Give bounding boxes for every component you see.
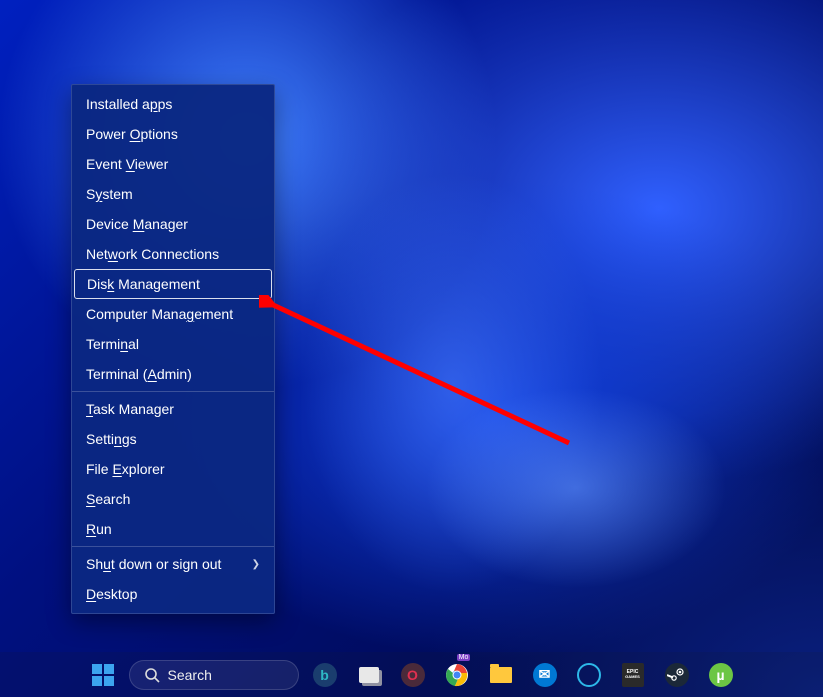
search-placeholder: Search bbox=[168, 667, 212, 683]
cortana-icon[interactable] bbox=[571, 661, 607, 689]
menu-item-label: Computer Management bbox=[86, 306, 233, 322]
file-explorer-icon[interactable] bbox=[483, 661, 519, 689]
menu-item-label: Terminal bbox=[86, 336, 139, 352]
steam-icon[interactable] bbox=[659, 661, 695, 689]
menu-item-power-options[interactable]: Power Options bbox=[72, 119, 274, 149]
search-box[interactable]: Search bbox=[129, 660, 299, 690]
menu-item-computer-management[interactable]: Computer Management bbox=[72, 299, 274, 329]
bing-icon[interactable]: b bbox=[307, 661, 343, 689]
menu-divider bbox=[72, 546, 274, 547]
menu-item-task-manager[interactable]: Task Manager bbox=[72, 394, 274, 424]
search-icon bbox=[144, 667, 160, 683]
menu-item-label: Task Manager bbox=[86, 401, 174, 417]
menu-item-terminal[interactable]: Terminal bbox=[72, 329, 274, 359]
mail-icon[interactable]: ✉ bbox=[527, 661, 563, 689]
epic-games-icon[interactable]: EPICGAMES bbox=[615, 661, 651, 689]
menu-item-label: Desktop bbox=[86, 586, 137, 602]
menu-item-file-explorer[interactable]: File Explorer bbox=[72, 454, 274, 484]
menu-item-disk-management[interactable]: Disk Management bbox=[74, 269, 272, 299]
winx-context-menu: Installed apps Power Options Event Viewer S… bbox=[71, 84, 275, 614]
menu-item-label: Device Manager bbox=[86, 216, 188, 232]
start-button[interactable] bbox=[85, 657, 121, 693]
task-view-icon[interactable] bbox=[351, 661, 387, 689]
taskbar: Search b O Mo ✉ EPICGAMES µ bbox=[0, 652, 823, 697]
menu-item-label: File Explorer bbox=[86, 461, 165, 477]
menu-item-system[interactable]: System bbox=[72, 179, 274, 209]
menu-item-label: Run bbox=[86, 521, 112, 537]
menu-item-label: Disk Management bbox=[87, 276, 200, 292]
menu-item-run[interactable]: Run bbox=[72, 514, 274, 544]
menu-item-label: System bbox=[86, 186, 133, 202]
menu-item-label: Terminal (Admin) bbox=[86, 366, 192, 382]
utorrent-icon[interactable]: µ bbox=[703, 661, 739, 689]
menu-item-label: Event Viewer bbox=[86, 156, 168, 172]
menu-item-search[interactable]: Search bbox=[72, 484, 274, 514]
menu-item-label: Shut down or sign out bbox=[86, 556, 221, 572]
menu-item-network-connections[interactable]: Network Connections bbox=[72, 239, 274, 269]
opera-icon[interactable]: O bbox=[395, 661, 431, 689]
menu-divider bbox=[72, 391, 274, 392]
menu-item-label: Network Connections bbox=[86, 246, 219, 262]
menu-item-label: Installed apps bbox=[86, 96, 172, 112]
chevron-right-icon: ❯ bbox=[252, 559, 260, 570]
menu-item-terminal-admin[interactable]: Terminal (Admin) bbox=[72, 359, 274, 389]
menu-item-event-viewer[interactable]: Event Viewer bbox=[72, 149, 274, 179]
menu-item-desktop[interactable]: Desktop bbox=[72, 579, 274, 609]
menu-item-label: Settings bbox=[86, 431, 137, 447]
menu-item-settings[interactable]: Settings bbox=[72, 424, 274, 454]
menu-item-device-manager[interactable]: Device Manager bbox=[72, 209, 274, 239]
menu-item-label: Search bbox=[86, 491, 130, 507]
chrome-icon[interactable]: Mo bbox=[439, 661, 475, 689]
menu-item-installed-apps[interactable]: Installed apps bbox=[72, 89, 274, 119]
menu-item-label: Power Options bbox=[86, 126, 178, 142]
menu-item-shut-down-or-sign-out[interactable]: Shut down or sign out ❯ bbox=[72, 549, 274, 579]
